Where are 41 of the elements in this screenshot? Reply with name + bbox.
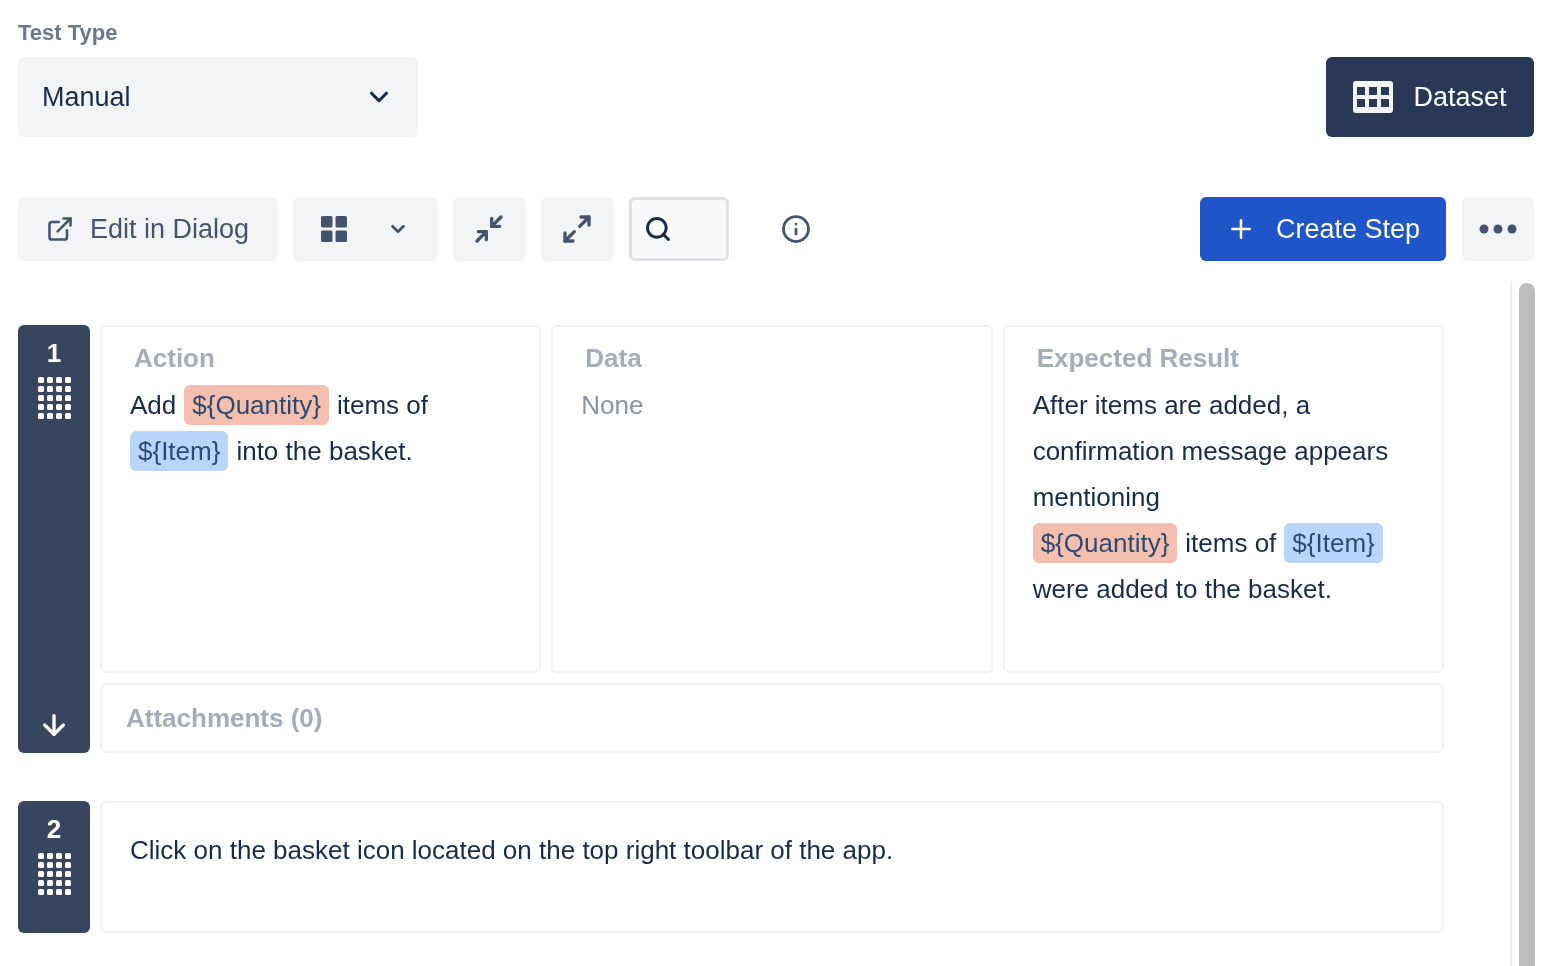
field-heading: Action: [133, 342, 216, 375]
external-link-icon: [46, 215, 74, 243]
step-text: items of: [336, 389, 428, 422]
expand-arrows-icon: [561, 213, 594, 245]
empty-value-text: None: [581, 389, 644, 422]
step-text: items of: [1185, 527, 1277, 560]
create-step-button[interactable]: Create Step: [1200, 197, 1446, 261]
parameter-tag: ${Item}: [1284, 523, 1383, 563]
step-number: 1: [46, 337, 62, 369]
parameter-tag: ${Quantity}: [1032, 523, 1178, 563]
dataset-button[interactable]: Dataset: [1326, 57, 1534, 137]
step-text: into the basket.: [236, 435, 413, 468]
step-number: 2: [46, 813, 62, 845]
drag-handle-icon[interactable]: [37, 377, 71, 419]
info-icon[interactable]: [781, 214, 812, 244]
drag-handle-icon[interactable]: [37, 853, 71, 895]
field-heading: Expected Result: [1035, 342, 1240, 375]
grid-icon: [321, 216, 348, 242]
test-type-select[interactable]: Manual: [18, 57, 418, 137]
more-icon: [1479, 224, 1517, 234]
step-text: Add: [130, 389, 177, 422]
step-text: were added to the basket.: [1032, 573, 1332, 606]
edit-in-dialog-button[interactable]: Edit in Dialog: [18, 197, 278, 261]
step-summary-text: Click on the basket icon located on the top right toolbar of the app.: [130, 835, 894, 865]
expand-button[interactable]: [541, 197, 614, 261]
attachments-heading: Attachments (0): [126, 701, 323, 735]
parameter-tag: ${Item}: [130, 431, 229, 471]
step-summary-card[interactable]: Click on the basket icon located on the top right toolbar of the app.: [100, 801, 1444, 933]
step-field-card[interactable]: Action Add ${Quantity} items of ${Item} into the basket.: [100, 325, 542, 673]
parameter-tag: ${Quantity}: [184, 385, 329, 425]
table-icon: [1353, 81, 1394, 113]
more-button[interactable]: [1462, 197, 1534, 261]
collapse-arrows-icon: [473, 213, 506, 245]
step-field-card[interactable]: Expected Result After items are added, a confirmation message appears mentioning ${Quantity} items of ${Item} were added to the basket.: [1002, 325, 1444, 673]
search-field[interactable]: [629, 197, 730, 261]
field-label: Test Type: [18, 19, 119, 47]
layout-dropdown-button[interactable]: [293, 197, 438, 261]
search-icon: [644, 215, 673, 243]
field-heading: Data: [584, 342, 643, 375]
collapse-button[interactable]: [453, 197, 526, 261]
scrollbar-thumb[interactable]: [1519, 283, 1535, 966]
